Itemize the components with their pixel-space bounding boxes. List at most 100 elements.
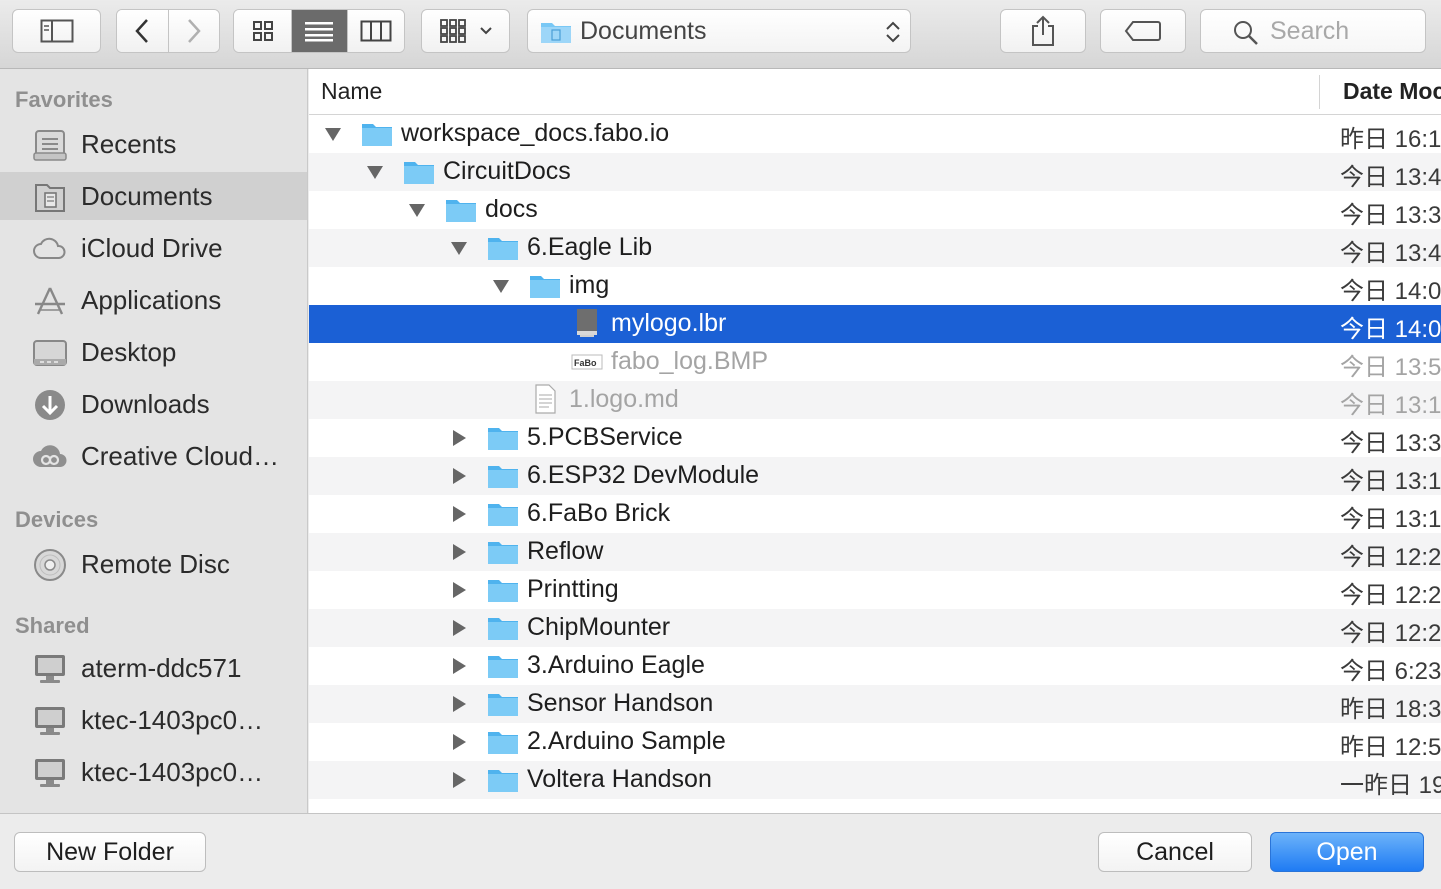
disclosure-expanded-icon[interactable]: [323, 124, 343, 144]
disclosure-collapsed-icon[interactable]: [449, 428, 469, 448]
file-row[interactable]: ChipMounter 今日 12:25: [309, 609, 1441, 647]
cancel-button[interactable]: Cancel: [1098, 832, 1252, 872]
file-row[interactable]: Voltera Handson 一昨日 19:: [309, 761, 1441, 799]
file-date: 昨日 18:33: [1340, 696, 1441, 723]
file-name: img: [569, 271, 610, 299]
sidebar-item-label: Downloads: [81, 389, 210, 419]
disclosure-expanded-icon[interactable]: [449, 238, 469, 258]
sidebar-item-shared-computer[interactable]: ktec-1403pc0…: [0, 696, 307, 744]
folder-icon: [403, 159, 435, 185]
disclosure-collapsed-icon[interactable]: [449, 770, 469, 790]
file-name: 6.FaBo Brick: [527, 499, 671, 527]
file-name: Printting: [527, 575, 619, 603]
search-field[interactable]: Search: [1200, 9, 1426, 53]
disclosure-expanded-icon[interactable]: [365, 162, 385, 182]
back-button[interactable]: [117, 10, 169, 52]
file-date: 昨日 16:16: [1340, 126, 1441, 153]
open-button[interactable]: Open: [1270, 832, 1424, 872]
folder-icon: [487, 691, 519, 717]
sidebar-item-label: ktec-1403pc0…: [81, 757, 264, 787]
share-button[interactable]: [1000, 9, 1086, 53]
file-date: 一昨日 19:: [1340, 772, 1441, 799]
file-row[interactable]: 1.logo.md 今日 13:12: [309, 381, 1441, 419]
file-name: 6.ESP32 DevModule: [527, 461, 760, 489]
file-row[interactable]: workspace_docs.fabo.io 昨日 16:16: [309, 115, 1441, 153]
sidebar-item-desktop[interactable]: Desktop: [0, 328, 307, 376]
disclosure-collapsed-icon[interactable]: [449, 618, 469, 638]
folder-icon: [445, 197, 477, 223]
file-row[interactable]: Printting 今日 12:25: [309, 571, 1441, 609]
file-row[interactable]: FaBo fabo_log.BMP 今日 13:58: [309, 343, 1441, 381]
file-row[interactable]: 6.FaBo Brick 今日 13:12: [309, 495, 1441, 533]
folder-icon: [487, 425, 519, 451]
disclosure-collapsed-icon[interactable]: [449, 656, 469, 676]
sidebar-item-documents[interactable]: Documents: [0, 172, 307, 220]
tag-button[interactable]: [1100, 9, 1186, 53]
sidebar-toggle-icon: [40, 19, 73, 43]
computer-icon: [35, 707, 65, 735]
file-row[interactable]: Reflow 今日 12:25: [309, 533, 1441, 571]
icon-view-button[interactable]: [234, 10, 293, 52]
file-date: 今日 13:44: [1340, 240, 1441, 267]
disclosure-collapsed-icon[interactable]: [449, 580, 469, 600]
file-name: 3.Arduino Eagle: [527, 651, 705, 679]
sidebar-item-label: Creative Cloud…: [81, 441, 279, 471]
disclosure-collapsed-icon[interactable]: [449, 466, 469, 486]
sidebar-item-applications[interactable]: Applications: [0, 276, 307, 324]
forward-button[interactable]: [168, 10, 219, 52]
sidebar-item-creative-cloud[interactable]: Creative Cloud…: [0, 432, 307, 480]
path-popup[interactable]: Documents: [527, 9, 911, 53]
sidebar-item-recents[interactable]: Recents: [0, 120, 307, 168]
folder-icon: [487, 539, 519, 565]
file-row[interactable]: img 今日 14:02: [309, 267, 1441, 305]
disclosure-collapsed-icon[interactable]: [449, 732, 469, 752]
image-file-icon: FaBo: [571, 349, 603, 375]
file-row[interactable]: docs 今日 13:38: [309, 191, 1441, 229]
disclosure-collapsed-icon[interactable]: [449, 504, 469, 524]
group-by-button[interactable]: [421, 9, 510, 53]
list-view-button[interactable]: [292, 10, 348, 52]
file-row[interactable]: CircuitDocs 今日 13:44: [309, 153, 1441, 191]
file-row[interactable]: Sensor Handson 昨日 18:33: [309, 685, 1441, 723]
disclosure-expanded-icon[interactable]: [491, 276, 511, 296]
file-row[interactable]: 2.Arduino Sample 昨日 12:58: [309, 723, 1441, 761]
file-date: 今日 13:38: [1340, 202, 1441, 229]
file-row[interactable]: 3.Arduino Eagle 今日 6:23: [309, 647, 1441, 685]
file-name: CircuitDocs: [443, 157, 571, 185]
disclosure-expanded-icon[interactable]: [407, 200, 427, 220]
file-row[interactable]: 5.PCBService 今日 13:33: [309, 419, 1441, 457]
sidebar-item-icloud-drive[interactable]: iCloud Drive: [0, 224, 307, 272]
file-date: 今日 6:23: [1340, 658, 1441, 685]
sidebar-item-label: iCloud Drive: [81, 233, 223, 263]
disclosure-collapsed-icon[interactable]: [449, 694, 469, 714]
sidebar-item-label: Documents: [81, 181, 213, 211]
computer-icon: [35, 759, 65, 787]
sidebar-item-shared-computer[interactable]: ktec-1403pc0…: [0, 748, 307, 796]
file-row[interactable]: 6.ESP32 DevModule 今日 13:15: [309, 457, 1441, 495]
date-column-header[interactable]: Date Moc: [1343, 78, 1441, 105]
column-view-button[interactable]: [347, 10, 404, 52]
file-date: 昨日 12:58: [1340, 734, 1441, 761]
column-divider[interactable]: [1319, 75, 1320, 109]
sidebar-item-remote-disc[interactable]: Remote Disc: [0, 540, 307, 588]
file-row[interactable]: 6.Eagle Lib 今日 13:44: [309, 229, 1441, 267]
icloud-icon: [33, 237, 66, 259]
recents-icon: [33, 130, 67, 161]
sidebar-item-downloads[interactable]: Downloads: [0, 380, 307, 428]
file-date: 今日 13:44: [1340, 164, 1441, 191]
applications-icon: [35, 287, 65, 315]
file-list: Name Date Moc workspace_docs.fabo.io 昨日 1…: [309, 69, 1441, 813]
file-name: 1.logo.md: [569, 385, 679, 413]
sidebar-toggle-button[interactable]: [12, 9, 101, 53]
file-date: 今日 13:58: [1340, 354, 1441, 381]
new-folder-button[interactable]: New Folder: [14, 832, 206, 872]
file-date: 今日 12:25: [1340, 544, 1441, 571]
file-row[interactable]: mylogo.lbr 今日 14:02: [309, 305, 1441, 343]
name-column-header[interactable]: Name: [321, 78, 382, 105]
list-icon: [305, 22, 334, 42]
text-file-icon: [529, 384, 561, 414]
sidebar-item-shared-computer[interactable]: aterm-ddc571: [0, 644, 307, 692]
file-name: docs: [485, 195, 538, 223]
disclosure-collapsed-icon[interactable]: [449, 542, 469, 562]
grid-icon: [252, 21, 273, 41]
